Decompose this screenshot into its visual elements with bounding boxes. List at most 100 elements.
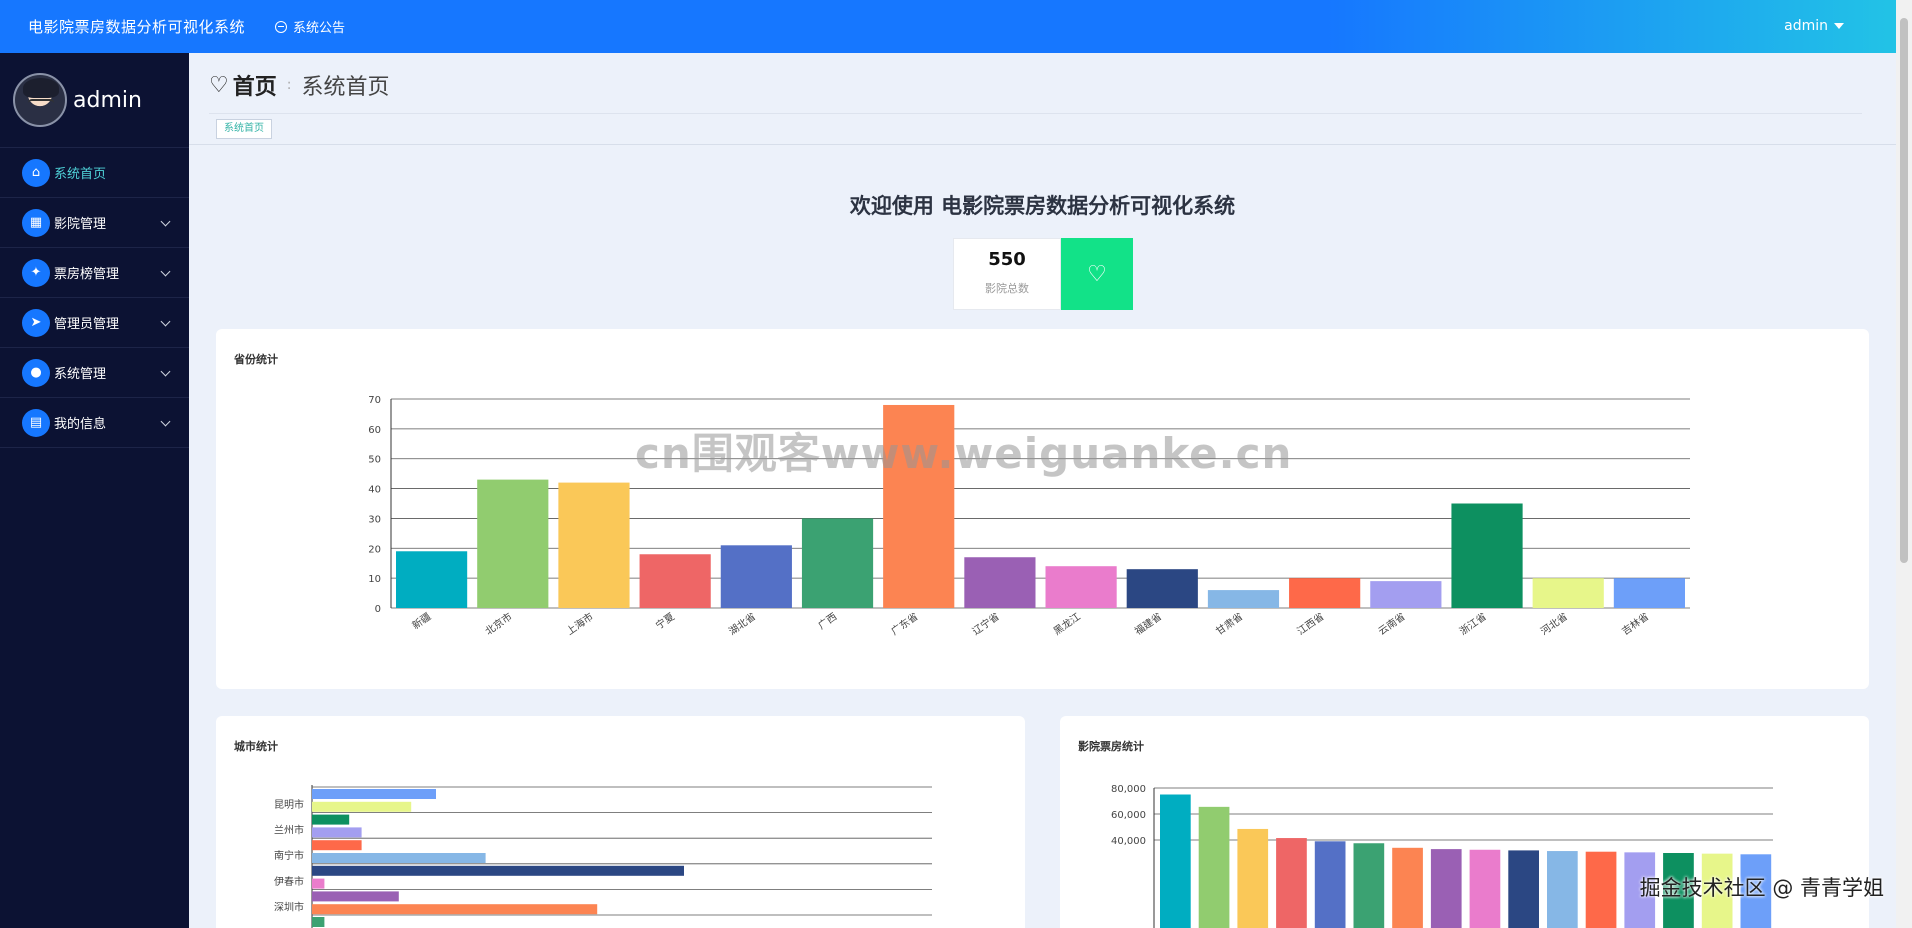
- bar: [558, 482, 630, 608]
- bar: [883, 404, 955, 608]
- bar: [396, 551, 468, 608]
- bar: [1451, 503, 1523, 608]
- y-tick-label: 50: [368, 455, 381, 466]
- bar: [1430, 849, 1462, 928]
- card-icon: ▤: [22, 408, 50, 437]
- app-title: 电影院票房数据分析可视化系统: [28, 18, 246, 36]
- y-tick-label: 南宁市: [274, 849, 304, 862]
- bar: [312, 865, 684, 876]
- bar: [1289, 578, 1361, 608]
- x-tick-label: 吉林省: [1619, 610, 1651, 638]
- scroll-thumb[interactable]: [1900, 18, 1908, 563]
- y-tick-label: 昆明市: [274, 798, 304, 811]
- bar: [1276, 838, 1307, 928]
- sidebar-item-system[interactable]: ● 系统管理: [0, 348, 189, 398]
- sidebar-item-cinema[interactable]: ▦ 影院管理: [0, 198, 189, 248]
- send-icon: ➤: [22, 308, 50, 337]
- x-tick-label: 福建省: [1132, 610, 1164, 638]
- bar: [1353, 843, 1385, 928]
- top-navbar: 电影院票房数据分析可视化系统 系统公告 admin: [0, 0, 1896, 53]
- y-tick-label: 30: [368, 514, 381, 525]
- y-tick-label: 60,000: [1111, 810, 1146, 821]
- profile-name: admin: [73, 87, 142, 113]
- y-tick-label: 深圳市: [274, 900, 304, 913]
- x-tick-label: 上海市: [564, 610, 596, 638]
- chevron-down-icon: [160, 216, 171, 227]
- bar: [312, 878, 325, 889]
- notice-label: 系统公告: [293, 21, 346, 36]
- x-tick-label: 广西: [816, 611, 839, 632]
- sidebar-item-label: 我的信息: [54, 417, 107, 432]
- tab-home[interactable]: 系统首页: [216, 119, 272, 139]
- sidebar-item-label: 系统管理: [54, 367, 107, 382]
- city-bar-chart: 昆明市兰州市南宁市伊春市深圳市: [274, 785, 932, 928]
- y-tick-label: 70: [368, 395, 381, 406]
- bar: [964, 557, 1036, 608]
- x-tick-label: 新疆: [409, 610, 433, 632]
- x-tick-label: 浙江省: [1457, 610, 1489, 638]
- bar: [1198, 806, 1230, 928]
- heart-icon: ♡: [209, 72, 229, 98]
- bar: [1532, 578, 1604, 608]
- sidebar-item-label: 票房榜管理: [54, 267, 120, 282]
- user-name: admin: [1784, 18, 1828, 34]
- bar: [1126, 569, 1198, 608]
- bar: [312, 917, 325, 927]
- sidebar-item-boxoffice[interactable]: ✦ 票房榜管理: [0, 248, 189, 298]
- notice-link[interactable]: 系统公告: [275, 17, 345, 36]
- bar: [1045, 566, 1117, 608]
- y-tick-label: 20: [368, 544, 381, 555]
- stat-info: 550 影院总数: [953, 238, 1061, 310]
- city-chart-panel: 城市统计 昆明市 兰州市 南宁市 伊春市 深圳市: [216, 716, 1025, 928]
- province-bar-chart: 0 10 20 30 40 50 60 70 新疆 北京市 上海市 宁夏 湖北省 广西 广东省 辽宁省 黑龙江 福…: [368, 395, 1690, 638]
- breadcrumb-home[interactable]: 首页: [233, 69, 277, 101]
- x-tick-label: 北京市: [482, 610, 514, 638]
- footer-watermark: 掘金技术社区 @ 青青学姐: [1639, 876, 1884, 900]
- bar: [720, 545, 792, 608]
- page-header: ♡ 首页 : 系统首页 系统首页: [189, 53, 1896, 145]
- bar: [312, 840, 362, 851]
- y-tick-label: 80,000: [1111, 784, 1146, 795]
- breadcrumb: ♡ 首页 : 系统首页: [209, 69, 389, 101]
- y-tick-label: 0: [375, 604, 381, 615]
- x-tick-label: 黑龙江: [1051, 610, 1083, 638]
- bar: [312, 827, 362, 838]
- user-dropdown[interactable]: admin: [1784, 18, 1844, 34]
- chevron-down-icon: [160, 416, 171, 427]
- bar: [639, 554, 711, 608]
- x-tick-label: 辽宁省: [970, 610, 1002, 638]
- bar: [1237, 828, 1269, 928]
- sidebar-item-myinfo[interactable]: ▤ 我的信息: [0, 398, 189, 448]
- sidebar-item-label: 系统首页: [54, 167, 107, 182]
- bar: [801, 518, 874, 608]
- bar: [1508, 850, 1539, 928]
- x-tick-label: 河北省: [1538, 610, 1570, 638]
- bar: [1547, 851, 1578, 928]
- bar: [312, 904, 598, 915]
- stat-value: 550: [988, 249, 1026, 270]
- ticket-icon: ✦: [22, 258, 50, 287]
- sidebar: admin ⌂ 系统首页 ▦ 影院管理 ✦ 票房榜管理 ➤ 管理员管理 ● 系统…: [0, 53, 189, 928]
- sidebar-item-admins[interactable]: ➤ 管理员管理: [0, 298, 189, 348]
- caret-down-icon: [1834, 23, 1844, 29]
- chevron-down-icon: [160, 366, 171, 377]
- divider: [209, 113, 1862, 114]
- breadcrumb-separator: :: [286, 77, 292, 93]
- heart-icon: ♡: [1061, 238, 1133, 310]
- bar: [312, 853, 486, 863]
- bar: [312, 814, 350, 825]
- page-scrollbar[interactable]: [1896, 0, 1912, 928]
- bar: [1585, 851, 1617, 928]
- chevron-down-icon: [160, 316, 171, 327]
- y-tick-label: 40: [368, 485, 381, 496]
- y-tick-label: 60: [368, 425, 381, 436]
- bar: [1613, 578, 1685, 608]
- bar: [312, 891, 399, 902]
- grid-icon: ▦: [22, 208, 50, 237]
- y-tick-label: 40,000: [1111, 836, 1146, 847]
- bar: [1392, 847, 1423, 928]
- stat-label: 影院总数: [985, 282, 1029, 295]
- bar: [1314, 841, 1346, 928]
- sidebar-item-home[interactable]: ⌂ 系统首页: [0, 148, 189, 198]
- avatar: [13, 73, 67, 127]
